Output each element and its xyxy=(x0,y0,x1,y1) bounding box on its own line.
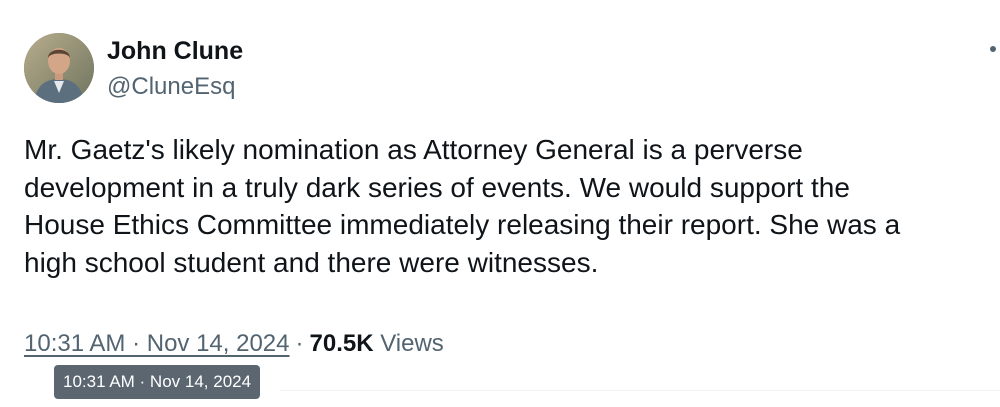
tweet-meta: 10:31 AM · Nov 14, 2024 · 70.5K Views xyxy=(24,328,444,360)
tweet-text-line: development in a truly dark series of ev… xyxy=(24,171,850,203)
meta-separator: · xyxy=(295,330,304,357)
tweet-text: Mr. Gaetz's likely nomination as Attorne… xyxy=(24,131,994,281)
author-handle[interactable]: @CluneEsq xyxy=(107,72,243,102)
tweet-text-line: House Ethics Committee immediately relea… xyxy=(24,209,901,240)
views-count: 70.5K xyxy=(309,330,374,357)
avatar-photo xyxy=(24,33,94,103)
author-block: John Clune @CluneEsq xyxy=(107,36,243,102)
more-dot xyxy=(990,46,996,52)
author-display-name[interactable]: John Clune xyxy=(107,36,243,66)
timestamp-tooltip: 10:31 AM · Nov 14, 2024 xyxy=(54,365,261,399)
divider xyxy=(280,390,1000,391)
avatar[interactable] xyxy=(24,33,94,103)
more-options-icon[interactable] xyxy=(986,36,1000,64)
views-label: Views xyxy=(380,330,444,357)
timestamp-link[interactable]: 10:31 AM · Nov 14, 2024 xyxy=(24,330,290,357)
tweet-text-line: high school student and there were witne… xyxy=(24,246,599,278)
tweet-text-line: Mr. Gaetz's likely nomination as Attorne… xyxy=(24,134,803,165)
